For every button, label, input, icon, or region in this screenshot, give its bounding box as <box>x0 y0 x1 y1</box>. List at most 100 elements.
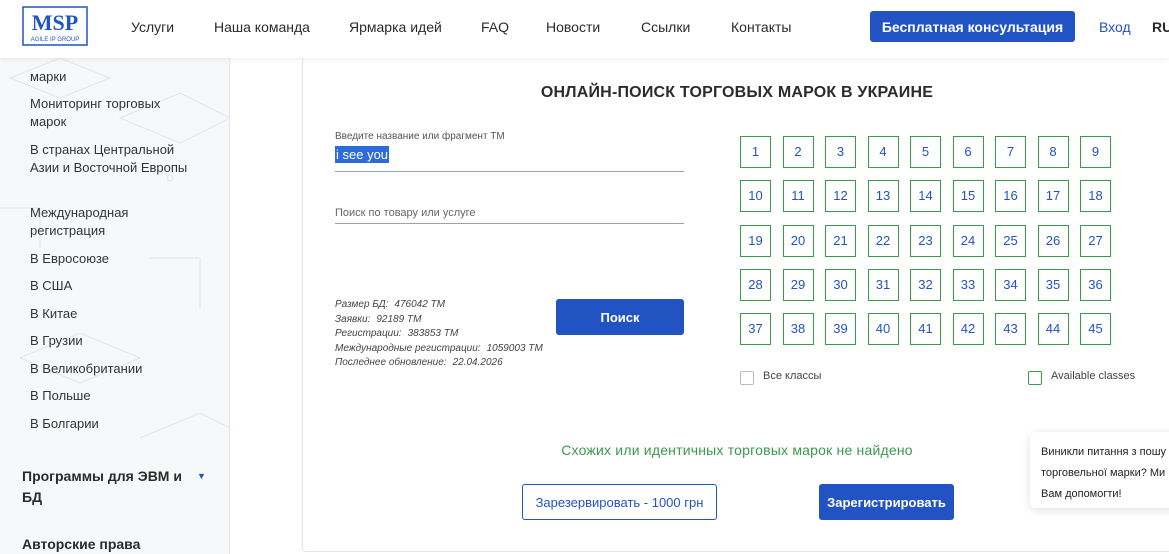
class-box-14[interactable]: 14 <box>910 180 941 213</box>
class-box-6[interactable]: 6 <box>952 136 984 168</box>
stat-intl-label: Международные регистрации: <box>335 342 481 354</box>
all-classes-label: Все классы <box>763 370 822 382</box>
nav-ideas-fair[interactable]: Ярмарка идей <box>349 19 442 35</box>
sidebar-item-tm-monitoring[interactable]: Мониторинг торговых марок <box>30 95 200 131</box>
chat-line-1: Виникли питання з пошу <box>1041 446 1167 458</box>
stat-db-size-label: Размер БД: <box>335 299 389 310</box>
top-navigation-bar: MSP AGILE IP GROUP Услуги Наша команда Я… <box>0 0 1169 58</box>
class-box-42[interactable]: 42 <box>952 313 984 346</box>
sidebar-item-poland[interactable]: В Польше <box>30 387 200 405</box>
class-box-20[interactable]: 20 <box>782 224 814 257</box>
register-button[interactable]: Зарегистрировать <box>819 484 954 520</box>
class-box-23[interactable]: 23 <box>910 224 941 257</box>
class-box-2[interactable]: 2 <box>782 136 814 168</box>
class-box-15[interactable]: 15 <box>952 180 984 213</box>
msp-logo[interactable]: MSP AGILE IP GROUP <box>22 6 88 46</box>
class-box-22[interactable]: 22 <box>867 224 899 257</box>
chat-line-2: торговельної марки? Ми <box>1041 467 1166 479</box>
stat-updated-value: 22.04.2026 <box>452 357 503 369</box>
class-box-19[interactable]: 19 <box>740 224 771 257</box>
sidebar-heading-copyright[interactable]: Авторские права <box>22 534 202 554</box>
class-box-35[interactable]: 35 <box>1037 268 1069 301</box>
class-box-36[interactable]: 36 <box>1080 268 1111 301</box>
class-box-28[interactable]: 28 <box>740 268 771 301</box>
all-classes-checkbox[interactable] <box>740 371 754 385</box>
nav-services[interactable]: Услуги <box>131 19 174 35</box>
nav-links[interactable]: Ссылки <box>641 19 690 35</box>
stat-registrations-label: Регистрации: <box>335 328 402 340</box>
class-box-37[interactable]: 37 <box>740 313 771 346</box>
class-box-10[interactable]: 10 <box>740 180 771 213</box>
class-box-7[interactable]: 7 <box>995 136 1026 168</box>
class-box-8[interactable]: 8 <box>1037 136 1069 168</box>
sidebar-item-eu[interactable]: В Евросоюзе <box>30 250 200 268</box>
sidebar-item-uk[interactable]: В Великобритании <box>30 360 200 378</box>
class-box-3[interactable]: 3 <box>825 136 856 168</box>
stat-intl-value: 1059003 ТМ <box>486 342 543 354</box>
class-box-34[interactable]: 34 <box>995 268 1026 301</box>
login-link[interactable]: Вход <box>1099 19 1131 35</box>
page-title: ОНЛАЙН-ПОИСК ТОРГОВЫХ МАРОК В УКРАИНЕ <box>540 84 934 101</box>
sidebar-item-central-asia[interactable]: В странах Центральной Азии и Восточной Е… <box>30 141 200 177</box>
sidebar: марки Мониторинг торговых марок В страна… <box>0 58 230 554</box>
class-box-43[interactable]: 43 <box>995 313 1026 346</box>
class-box-44[interactable]: 44 <box>1037 313 1069 346</box>
stat-applications-value: 92189 ТМ <box>376 313 422 325</box>
class-box-38[interactable]: 38 <box>782 313 814 346</box>
class-box-24[interactable]: 24 <box>952 224 984 257</box>
language-selector[interactable]: RU <box>1152 19 1169 35</box>
chat-message: Виникли питання з пошу торговельної марк… <box>1041 442 1169 505</box>
class-box-41[interactable]: 41 <box>910 313 941 346</box>
stat-applications-label: Заявки: <box>335 313 371 325</box>
sidebar-item-usa[interactable]: В США <box>30 277 200 295</box>
class-box-33[interactable]: 33 <box>952 268 984 301</box>
class-box-39[interactable]: 39 <box>825 313 856 346</box>
class-box-40[interactable]: 40 <box>867 313 899 346</box>
sidebar-item-marks[interactable]: марки <box>30 68 200 86</box>
stat-db-size-value: 476042 ТМ <box>394 299 446 310</box>
class-box-18[interactable]: 18 <box>1080 180 1111 213</box>
reserve-button[interactable]: Зарезервировать - 1000 грн <box>522 484 717 520</box>
class-box-12[interactable]: 12 <box>825 180 856 213</box>
sidebar-item-intl-registration[interactable]: Международная регистрация <box>30 204 200 240</box>
class-box-11[interactable]: 11 <box>782 180 814 213</box>
available-classes-checkbox[interactable] <box>1028 371 1042 385</box>
sidebar-item-china[interactable]: В Китае <box>30 305 200 323</box>
class-box-26[interactable]: 26 <box>1037 224 1069 257</box>
stat-registrations-value: 383853 ТМ <box>407 328 459 340</box>
free-consultation-button[interactable]: Бесплатная консультация <box>870 11 1075 42</box>
chat-popup[interactable]: Виникли питання з пошу торговельної марк… <box>1030 432 1169 508</box>
class-box-13[interactable]: 13 <box>867 180 899 213</box>
class-box-32[interactable]: 32 <box>910 268 941 301</box>
nav-faq[interactable]: FAQ <box>481 19 509 35</box>
class-box-25[interactable]: 25 <box>995 224 1026 257</box>
search-button[interactable]: Поиск <box>556 299 684 335</box>
class-box-21[interactable]: 21 <box>825 224 856 257</box>
nav-team[interactable]: Наша команда <box>214 19 310 35</box>
nav-news[interactable]: Новости <box>546 19 600 35</box>
svg-text:MSP: MSP <box>32 10 78 35</box>
sidebar-heading-software[interactable]: Программы для ЭВМ и БД <box>22 466 202 508</box>
class-box-5[interactable]: 5 <box>910 136 941 168</box>
class-box-45[interactable]: 45 <box>1080 313 1111 346</box>
database-stats: Размер БД: 476042 ТМ Заявки: 92189 ТМ Реги… <box>335 298 545 371</box>
class-box-30[interactable]: 30 <box>825 268 856 301</box>
class-box-31[interactable]: 31 <box>867 268 899 301</box>
tm-name-label: Введите название или фрагмент ТМ <box>335 131 505 142</box>
chevron-down-icon[interactable]: ▼ <box>197 471 206 481</box>
class-box-27[interactable]: 27 <box>1080 224 1111 257</box>
chat-line-3: Вам допомогти! <box>1041 488 1122 500</box>
goods-services-input[interactable] <box>335 200 684 224</box>
stat-updated-label: Последнее обновление: <box>335 357 447 369</box>
sidebar-item-bulgaria[interactable]: В Болгарии <box>30 415 200 433</box>
nav-contacts[interactable]: Контакты <box>731 19 791 35</box>
class-box-29[interactable]: 29 <box>782 268 814 301</box>
svg-text:AGILE IP GROUP: AGILE IP GROUP <box>31 37 80 43</box>
class-box-16[interactable]: 16 <box>995 180 1026 213</box>
class-box-9[interactable]: 9 <box>1080 136 1111 168</box>
sidebar-item-georgia[interactable]: В Грузии <box>30 332 200 350</box>
class-box-1[interactable]: 1 <box>740 136 771 168</box>
class-box-4[interactable]: 4 <box>867 136 899 168</box>
class-box-17[interactable]: 17 <box>1037 180 1069 213</box>
available-classes-label: Available classes <box>1051 370 1136 382</box>
